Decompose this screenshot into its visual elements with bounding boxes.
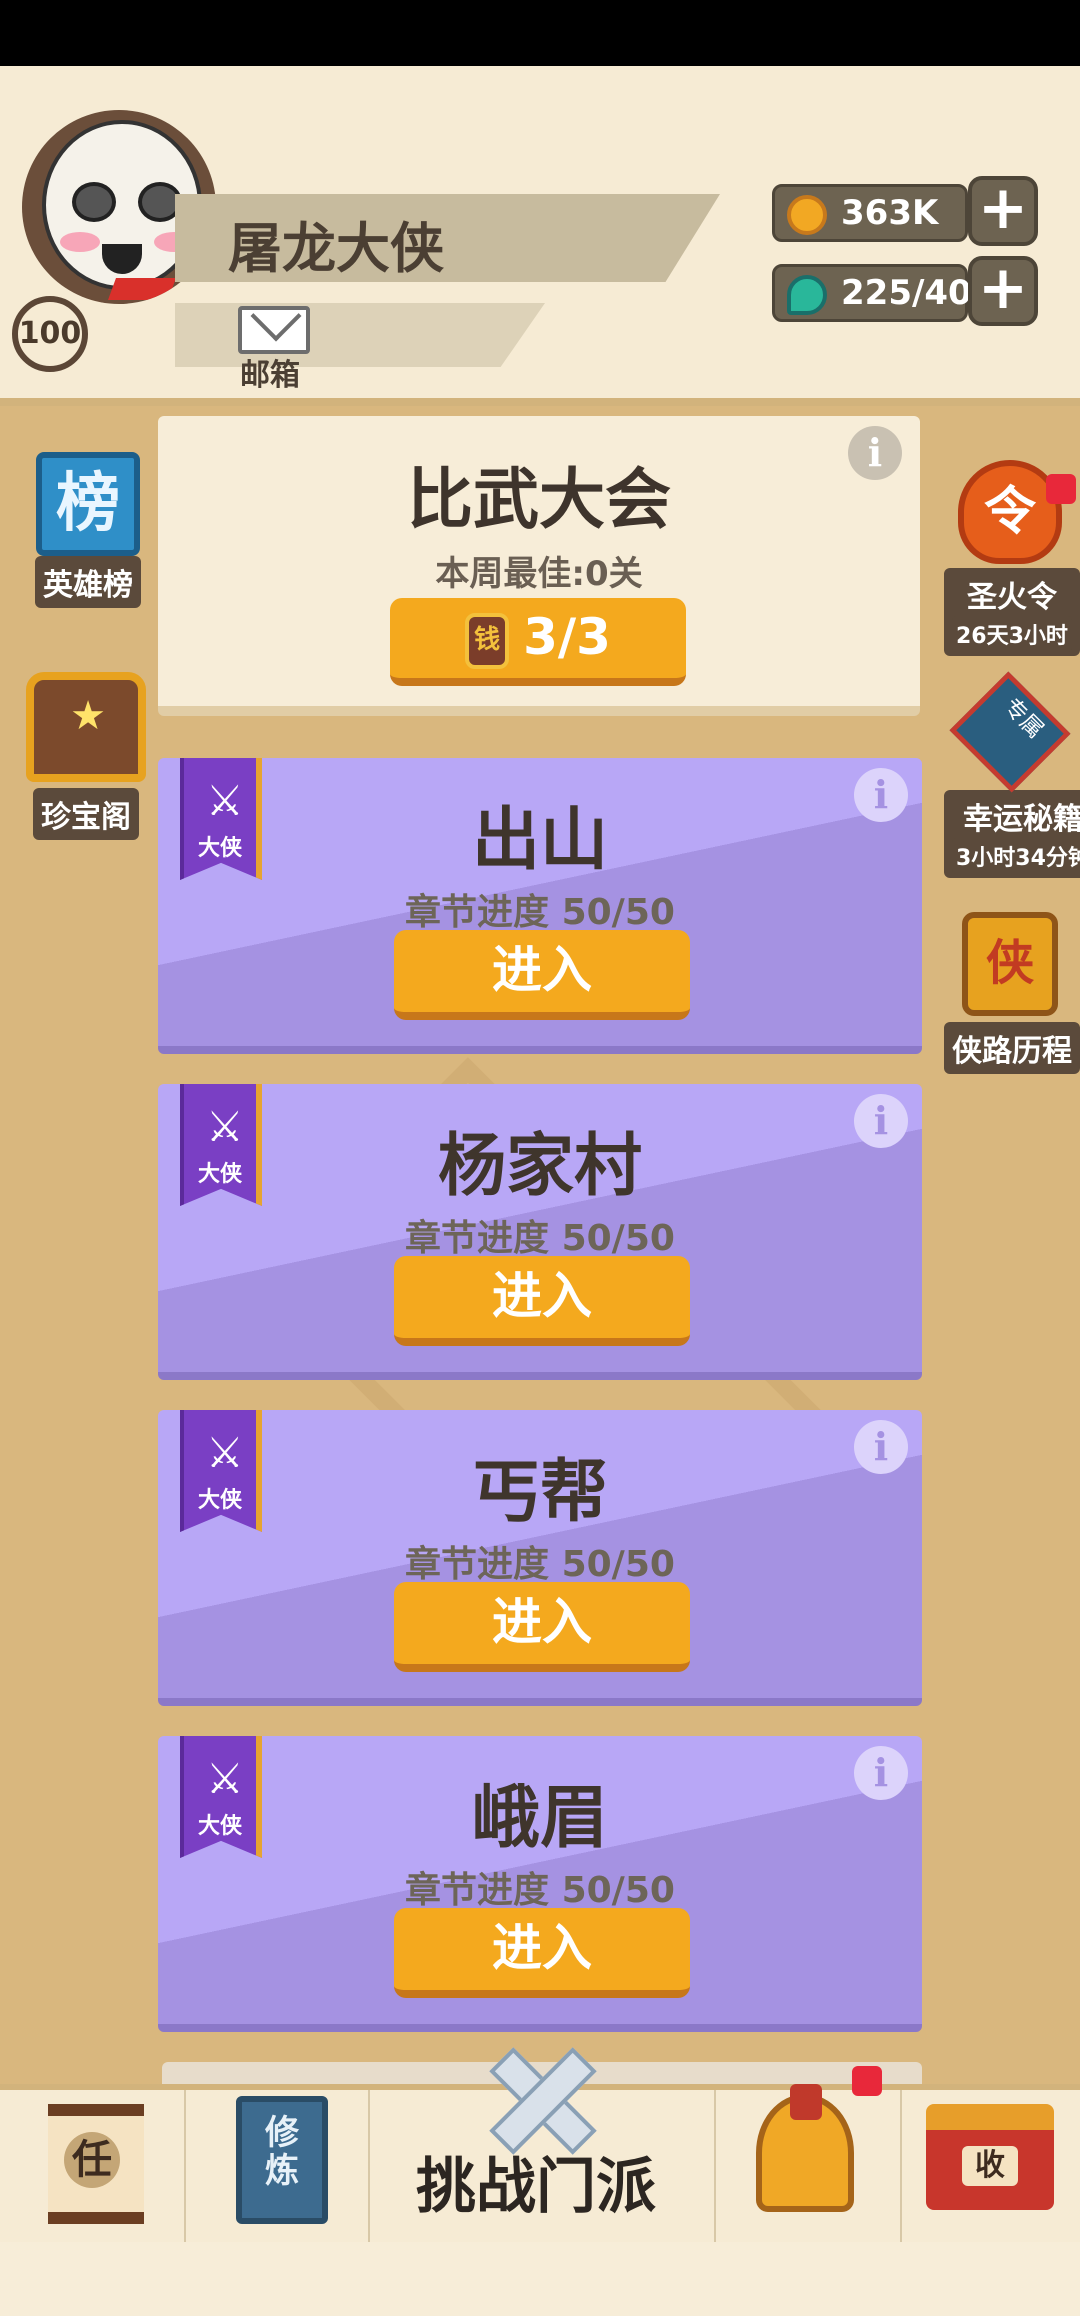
holy-fire-timer: 26天3小时 — [952, 616, 1072, 652]
coin-icon — [787, 195, 827, 235]
add-stamina-button[interactable]: + — [968, 256, 1038, 326]
stamina-counter: 225/40 — [772, 264, 972, 322]
lucky-book-timer: 3小时34分钟 — [952, 838, 1080, 874]
mail-banner — [175, 303, 545, 367]
enter-button[interactable]: 进入 — [394, 1582, 690, 1672]
system-nav-area — [0, 2242, 1080, 2316]
holy-fire-label-box: 圣火令 26天3小时 — [944, 568, 1080, 656]
chapter-card: ⚔ 大侠 i 峨眉 章节进度 50/50 进入 — [158, 1736, 922, 2032]
lucky-book-label-box: 幸运秘籍 3小时34分钟 — [944, 790, 1080, 878]
chapter-progress: 章节进度 50/50 — [405, 1870, 675, 1911]
ribbon-label: 大侠 — [198, 1814, 243, 1839]
equipment-notification-dot — [852, 2066, 882, 2096]
player-name: 屠龙大侠 — [228, 217, 444, 280]
rank-ribbon: ⚔ 大侠 — [180, 1084, 262, 1206]
arena-info-icon[interactable]: i — [848, 426, 902, 480]
chapter-info-icon[interactable]: i — [854, 1094, 908, 1148]
chapter-title: 出山 — [471, 801, 608, 880]
treasure-chest-icon — [26, 672, 146, 782]
holy-fire-notification-dot — [1046, 474, 1076, 504]
task-icon-text: 任 — [64, 2132, 120, 2188]
shop-icon-text: 收 — [962, 2146, 1018, 2186]
rank-ribbon: ⚔ 大侠 — [180, 1410, 262, 1532]
arena-subtitle: 本周最佳:0关 — [435, 554, 643, 594]
chapter-info-icon[interactable]: i — [854, 1420, 908, 1474]
chapter-info-icon[interactable]: i — [854, 768, 908, 822]
ribbon-label: 大侠 — [198, 1488, 243, 1513]
arena-title: 比武大会 — [407, 461, 671, 538]
crossed-swords-icon: ⚔ — [206, 1428, 244, 1477]
nav-divider — [368, 2090, 370, 2242]
coin-amount: 363K — [841, 193, 939, 233]
coin-counter: 363K — [772, 184, 968, 242]
crossed-swords-icon: ⚔ — [206, 1754, 244, 1803]
lucky-book-label: 幸运秘籍 — [962, 802, 1080, 837]
arena-card: i 比武大会 本周最佳:0关 钱 3/3 — [158, 416, 920, 716]
chapter-progress: 章节进度 50/50 — [405, 892, 675, 933]
chapter-progress: 章节进度 50/50 — [405, 1218, 675, 1259]
gem-icon — [787, 275, 827, 315]
nav-cultivate-button[interactable]: 修炼 — [186, 2090, 368, 2242]
mail-icon[interactable] — [238, 306, 310, 354]
chapter-info-icon[interactable]: i — [854, 1746, 908, 1800]
nav-challenge-sect-button[interactable]: 挑战门派 — [416, 2138, 656, 2225]
status-bar — [0, 0, 1080, 66]
journey-icon: 侠 — [962, 912, 1058, 1016]
level-badge: 100 — [12, 296, 88, 372]
enter-button[interactable]: 进入 — [394, 930, 690, 1020]
avatar-eye-left — [72, 182, 116, 222]
stamina-amount: 225/40 — [841, 273, 972, 313]
chapter-title: 丐帮 — [471, 1453, 608, 1532]
helmet-icon — [756, 2084, 854, 2212]
chapter-title: 峨眉 — [471, 1779, 608, 1858]
chapter-card: ⚔ 大侠 i 出山 章节进度 50/50 进入 — [158, 758, 922, 1054]
avatar-mouth — [102, 244, 142, 274]
chapter-card: ⚔ 大侠 i 杨家村 章节进度 50/50 进入 — [158, 1084, 922, 1380]
lucky-book-icon: 专属 — [949, 671, 1071, 793]
holy-fire-label: 圣火令 — [966, 580, 1057, 615]
token-icon: 钱 — [465, 612, 510, 669]
journey-label: 侠路历程 — [944, 1022, 1080, 1074]
avatar-scarf — [107, 278, 177, 300]
ribbon-label: 大侠 — [198, 836, 243, 861]
arena-start-button[interactable]: 钱 3/3 — [390, 598, 686, 686]
cultivate-icon-text: 修炼 — [265, 2113, 299, 2191]
rank-ribbon: ⚔ 大侠 — [180, 758, 262, 880]
chapter-card: ⚔ 大侠 i 丐帮 章节进度 50/50 进入 — [158, 1410, 922, 1706]
task-scroll-icon: 任 — [48, 2104, 144, 2224]
chapter-title: 杨家村 — [437, 1127, 642, 1206]
add-coins-button[interactable]: + — [968, 176, 1038, 246]
avatar-cheek-left — [60, 232, 100, 252]
arena-attempts: 3/3 — [523, 608, 611, 666]
leaderboard-button[interactable]: 榜 英雄榜 — [22, 452, 154, 608]
ribbon-label: 大侠 — [198, 1162, 243, 1187]
shop-icon: 收 — [926, 2104, 1054, 2210]
crossed-swords-icon — [484, 2044, 594, 2144]
chapter-progress: 章节进度 50/50 — [405, 1544, 675, 1585]
crossed-swords-icon: ⚔ — [206, 1102, 244, 1151]
enter-button[interactable]: 进入 — [394, 1256, 690, 1346]
mail-label[interactable]: 邮箱 — [240, 350, 300, 394]
cultivate-book-icon: 修炼 — [236, 2096, 328, 2224]
leaderboard-label: 英雄榜 — [35, 556, 141, 608]
nav-tasks-button[interactable]: 任 — [0, 2090, 184, 2242]
rank-ribbon: ⚔ 大侠 — [180, 1736, 262, 1858]
leaderboard-icon: 榜 — [36, 452, 140, 556]
treasure-label: 珍宝阁 — [33, 788, 139, 840]
lucky-book-button[interactable]: 专属 幸运秘籍 3小时34分钟 — [944, 671, 1080, 878]
enter-button[interactable]: 进入 — [394, 1908, 690, 1998]
journey-button[interactable]: 侠 侠路历程 — [944, 912, 1080, 1074]
crossed-swords-icon: ⚔ — [206, 776, 244, 825]
treasure-pavilion-button[interactable]: 珍宝阁 — [20, 672, 152, 840]
